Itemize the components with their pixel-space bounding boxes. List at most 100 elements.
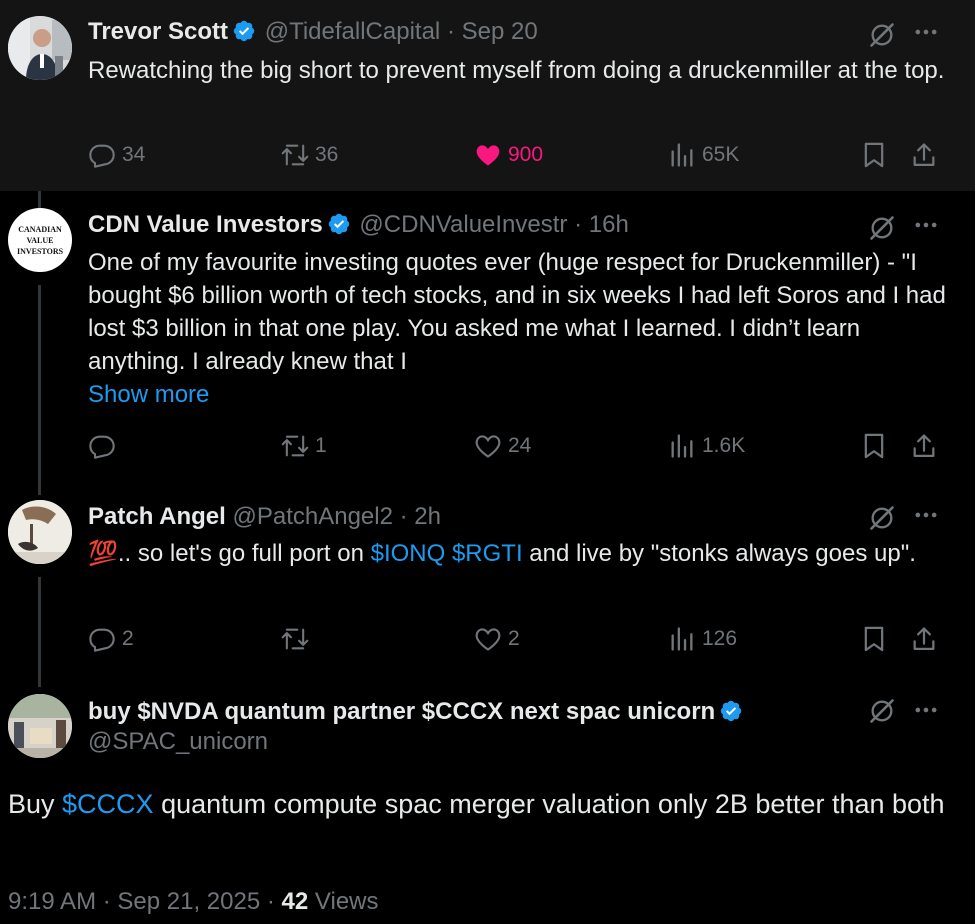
repost-button[interactable]: 1 [281, 429, 327, 463]
more-icon[interactable] [912, 696, 940, 724]
separator: · [446, 18, 455, 45]
handle[interactable]: @SPAC_unicorn [88, 728, 268, 756]
views-count: 1.6K [702, 434, 746, 457]
tweet-text: 💯.. so let's go full port on $IONQ $RGTI… [88, 537, 948, 570]
separator: · [266, 888, 275, 915]
separator: · [399, 503, 408, 530]
reply-count: 2 [122, 627, 134, 650]
avatar[interactable] [8, 500, 72, 564]
display-name[interactable]: CDN Value Investors [88, 211, 323, 238]
handle[interactable]: @CDNValueInvestr [359, 211, 567, 238]
views-label: Views [314, 888, 379, 915]
tweet-text: One of my favourite investing quotes eve… [88, 249, 946, 375]
like-count: 2 [508, 627, 520, 650]
avatar-logo-text: VALUE [26, 235, 54, 245]
avatar[interactable] [8, 16, 72, 80]
avatar-logo-text: INVESTORS [16, 246, 64, 256]
bookmark-button[interactable] [860, 622, 894, 656]
views-button[interactable]: 65K [668, 138, 739, 172]
views-icon [668, 432, 696, 460]
more-icon[interactable] [912, 211, 940, 239]
repost-count: 36 [315, 143, 339, 166]
like-button[interactable]: 24 [474, 429, 531, 463]
grok-icon[interactable] [868, 214, 896, 242]
repost-button[interactable]: 36 [281, 138, 338, 172]
display-name[interactable]: buy $NVDA quantum partner $CCCX next spa… [88, 698, 715, 725]
avatar-logo-text: CANADIAN [18, 224, 62, 234]
timestamp[interactable]: 16h [589, 211, 629, 238]
hundred-points-emoji: 💯 [88, 540, 118, 567]
bookmark-button[interactable] [860, 138, 894, 172]
more-icon[interactable] [912, 501, 940, 529]
like-count: 900 [508, 143, 544, 166]
more-icon[interactable] [912, 18, 940, 46]
tweet-meta-footer: 9:19 AM · Sep 21, 2025 · 42 Views [8, 888, 379, 916]
avatar[interactable]: CANADIAN VALUE INVESTORS [8, 208, 72, 272]
like-button[interactable]: 2 [474, 622, 520, 656]
like-icon [474, 141, 502, 169]
like-button[interactable]: 900 [474, 138, 543, 172]
reply-icon [88, 432, 116, 460]
tweet-header: CDN Value Investors @CDNValueInvestr · 1… [88, 210, 629, 240]
grok-icon[interactable] [868, 697, 896, 725]
handle[interactable]: @PatchAngel2 [232, 503, 392, 530]
tweet-header: buy $NVDA quantum partner $CCCX next spa… [88, 697, 745, 727]
like-icon [474, 625, 502, 653]
text-segment: quantum compute spac merger valuation on… [153, 789, 945, 819]
repost-count: 1 [315, 434, 327, 457]
reply-button[interactable]: 34 [88, 138, 145, 172]
tweet-trevor-scott[interactable]: Trevor Scott @TidefallCapital · Sep 20 R… [0, 0, 975, 191]
views-count: 65K [702, 143, 740, 166]
repost-icon [281, 141, 309, 169]
display-name[interactable]: Patch Angel [88, 503, 226, 530]
views-button[interactable]: 126 [668, 622, 737, 656]
bookmark-button[interactable] [860, 429, 894, 463]
action-bar: 2 2 126 [88, 622, 948, 656]
views-count: 42 [281, 888, 309, 915]
avatar[interactable] [8, 694, 72, 758]
like-count: 24 [508, 434, 532, 457]
action-bar: 34 36 900 65K [88, 138, 948, 172]
tweet-header: Patch Angel @PatchAngel2 · 2h [88, 502, 441, 532]
reply-button[interactable] [88, 429, 122, 463]
post-time[interactable]: 9:19 AM [8, 888, 96, 915]
reply-icon [88, 141, 116, 169]
grok-icon[interactable] [868, 504, 896, 532]
views-icon [668, 141, 696, 169]
tweet-text: Rewatching the big short to prevent myse… [88, 57, 945, 84]
like-icon [474, 432, 502, 460]
tweet-patch-angel[interactable]: Patch Angel @PatchAngel2 · 2h 💯.. so let… [0, 486, 975, 676]
reply-icon [88, 625, 116, 653]
text-segment: Buy [8, 789, 63, 819]
cashtag-link[interactable]: $CCCX [62, 789, 154, 819]
tweet-cdn-value-investors[interactable]: CANADIAN VALUE INVESTORS CDN Value Inves… [0, 191, 975, 486]
reply-button[interactable]: 2 [88, 622, 134, 656]
share-icon [910, 141, 938, 169]
separator: · [102, 888, 111, 915]
grok-icon[interactable] [868, 21, 896, 49]
share-icon [910, 625, 938, 653]
repost-icon [281, 432, 309, 460]
repost-icon [281, 625, 309, 653]
reply-count: 34 [122, 143, 146, 166]
views-count: 126 [702, 627, 738, 650]
bookmark-icon [860, 432, 888, 460]
post-date[interactable]: Sep 21, 2025 [117, 888, 260, 915]
timestamp[interactable]: Sep 20 [462, 18, 538, 45]
share-button[interactable] [910, 429, 944, 463]
bookmark-icon [860, 625, 888, 653]
handle[interactable]: @TidefallCapital [265, 18, 441, 45]
show-more-link[interactable]: Show more [88, 378, 948, 411]
share-button[interactable] [910, 622, 944, 656]
verified-badge-icon [327, 212, 351, 236]
tweet-text: Buy $CCCX quantum compute spac merger va… [8, 785, 948, 823]
text-segment: and live by "stonks always goes up". [522, 540, 916, 567]
cashtag-link[interactable]: $IONQ $RGTI [371, 540, 523, 567]
separator: · [574, 211, 583, 238]
display-name[interactable]: Trevor Scott [88, 18, 228, 45]
timestamp[interactable]: 2h [414, 503, 441, 530]
views-button[interactable]: 1.6K [668, 429, 745, 463]
share-button[interactable] [910, 138, 944, 172]
repost-button[interactable] [281, 622, 315, 656]
action-bar: 1 24 1.6K [88, 429, 948, 463]
